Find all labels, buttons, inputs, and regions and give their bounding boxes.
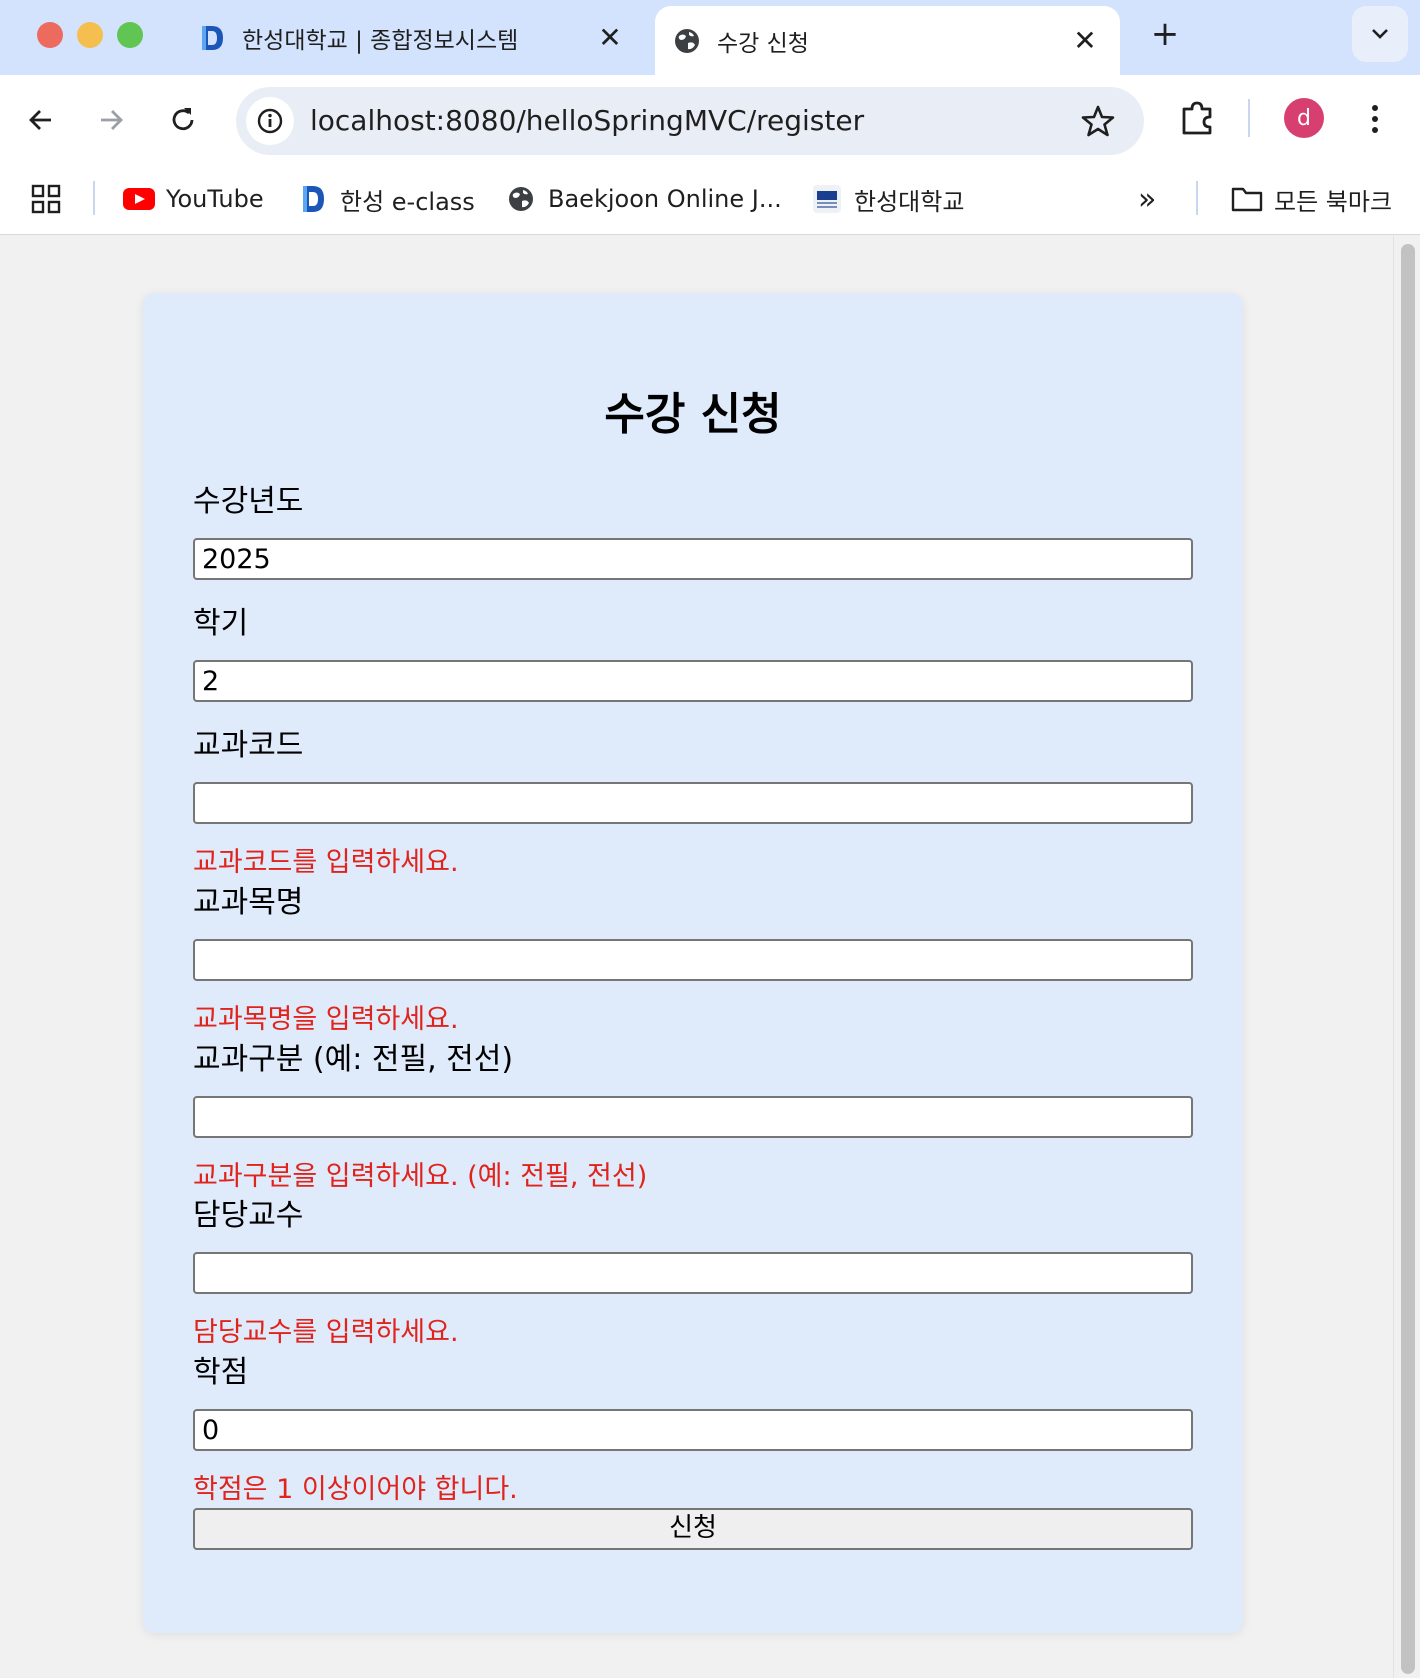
- page-title: 수강 신청: [604, 389, 782, 440]
- bookmark-label: 한성대학교: [854, 187, 965, 216]
- credit-input[interactable]: [193, 1409, 1193, 1451]
- semester-label: 학기: [193, 606, 249, 641]
- chevron-down-icon: [1372, 29, 1388, 39]
- tab-title: 수강 신청: [717, 30, 809, 57]
- bookmark-label: 모든 북마크: [1274, 187, 1393, 216]
- scrollbar-thumb[interactable]: [1401, 244, 1415, 1674]
- bookmarks-bar: YouTube 한성 e-class Baekjoon Online J... …: [0, 165, 1420, 235]
- bookmark-label: Baekjoon Online J...: [548, 185, 782, 213]
- credit-label: 학점: [193, 1355, 249, 1390]
- globe-icon: [504, 184, 538, 214]
- youtube-icon: [122, 184, 156, 214]
- back-button[interactable]: [18, 97, 64, 143]
- course-code-label: 교과코드: [193, 728, 304, 763]
- browser-toolbar: localhost:8080/helloSpringMVC/register d: [0, 75, 1420, 165]
- arrow-left-icon: [29, 110, 51, 130]
- course-name-input[interactable]: [193, 939, 1193, 981]
- all-bookmarks-button[interactable]: 모든 북마크: [1230, 179, 1392, 219]
- arrow-right-icon: [101, 110, 123, 130]
- toolbar-divider: [1248, 99, 1250, 137]
- apps-grid-icon: [31, 184, 61, 214]
- hansung-eclass-icon: [296, 184, 330, 214]
- course-code-error: 교과코드를 입력하세요.: [193, 847, 459, 878]
- bookmarks-divider: [93, 181, 95, 215]
- bookmark-label: 한성 e-class: [340, 187, 475, 216]
- professor-input[interactable]: [193, 1252, 1193, 1294]
- address-bar[interactable]: localhost:8080/helloSpringMVC/register: [236, 87, 1144, 155]
- url-text[interactable]: localhost:8080/helloSpringMVC/register: [310, 104, 864, 137]
- tab-strip: 한성대학교 | 종합정보시스템 ✕ 수강 신청 ✕ +: [0, 0, 1420, 75]
- maximize-window-button[interactable]: [117, 22, 143, 48]
- course-type-input[interactable]: [193, 1096, 1193, 1138]
- course-registration-form: 수강 신청 수강년도 학기 교과코드 교과코드를 입력하세요. 교과목명 교과목…: [143, 293, 1243, 1633]
- close-window-button[interactable]: [37, 22, 63, 48]
- course-name-error: 교과목명을 입력하세요.: [193, 1004, 459, 1035]
- bookmark-youtube[interactable]: YouTube: [122, 179, 264, 219]
- course-type-error: 교과구분을 입력하세요. (예: 전필, 전선): [193, 1161, 648, 1192]
- course-name-label: 교과목명: [193, 885, 304, 920]
- year-input[interactable]: [193, 538, 1193, 580]
- hansung-favicon-icon: [198, 24, 226, 52]
- globe-icon: [673, 27, 701, 55]
- bookmarks-overflow-button[interactable]: »: [1138, 179, 1156, 219]
- hsu-logo-icon: [810, 184, 844, 214]
- apps-button[interactable]: [30, 179, 62, 219]
- semester-input[interactable]: [193, 660, 1193, 702]
- bookmark-label: YouTube: [166, 185, 264, 213]
- tab-title: 한성대학교 | 종합정보시스템: [242, 27, 519, 54]
- bookmark-hansung-univ[interactable]: 한성대학교: [810, 179, 964, 219]
- year-label: 수강년도: [193, 484, 304, 519]
- vertical-scrollbar[interactable]: [1393, 236, 1420, 1678]
- bookmarks-divider: [1196, 181, 1198, 215]
- submit-button[interactable]: 신청: [193, 1508, 1193, 1550]
- bookmark-hansung-eclass[interactable]: 한성 e-class: [296, 179, 475, 219]
- professor-error: 담당교수를 입력하세요.: [193, 1317, 459, 1348]
- site-info-button[interactable]: [246, 97, 294, 145]
- tab-course-registration[interactable]: 수강 신청 ✕: [655, 6, 1120, 75]
- more-vert-icon[interactable]: [1360, 99, 1390, 139]
- close-icon[interactable]: ✕: [595, 22, 625, 53]
- course-code-input[interactable]: [193, 782, 1193, 824]
- reload-icon: [172, 108, 194, 131]
- new-tab-button[interactable]: +: [1145, 14, 1185, 54]
- folder-icon: [1230, 184, 1264, 214]
- bookmark-baekjoon[interactable]: Baekjoon Online J...: [504, 179, 782, 219]
- info-icon: [257, 108, 283, 134]
- bookmark-star-icon[interactable]: [1080, 103, 1116, 139]
- profile-avatar[interactable]: d: [1284, 98, 1324, 138]
- tab-hansung-portal[interactable]: 한성대학교 | 종합정보시스템 ✕: [180, 0, 645, 75]
- reload-button[interactable]: [160, 97, 206, 143]
- tab-search-button[interactable]: [1352, 6, 1408, 62]
- course-type-label: 교과구분 (예: 전필, 전선): [193, 1042, 514, 1077]
- forward-button[interactable]: [88, 97, 134, 143]
- extensions-icon[interactable]: [1176, 95, 1220, 139]
- professor-label: 담당교수: [193, 1198, 304, 1233]
- close-icon[interactable]: ✕: [1070, 25, 1100, 56]
- minimize-window-button[interactable]: [77, 22, 103, 48]
- credit-error: 학점은 1 이상이어야 합니다.: [193, 1474, 518, 1505]
